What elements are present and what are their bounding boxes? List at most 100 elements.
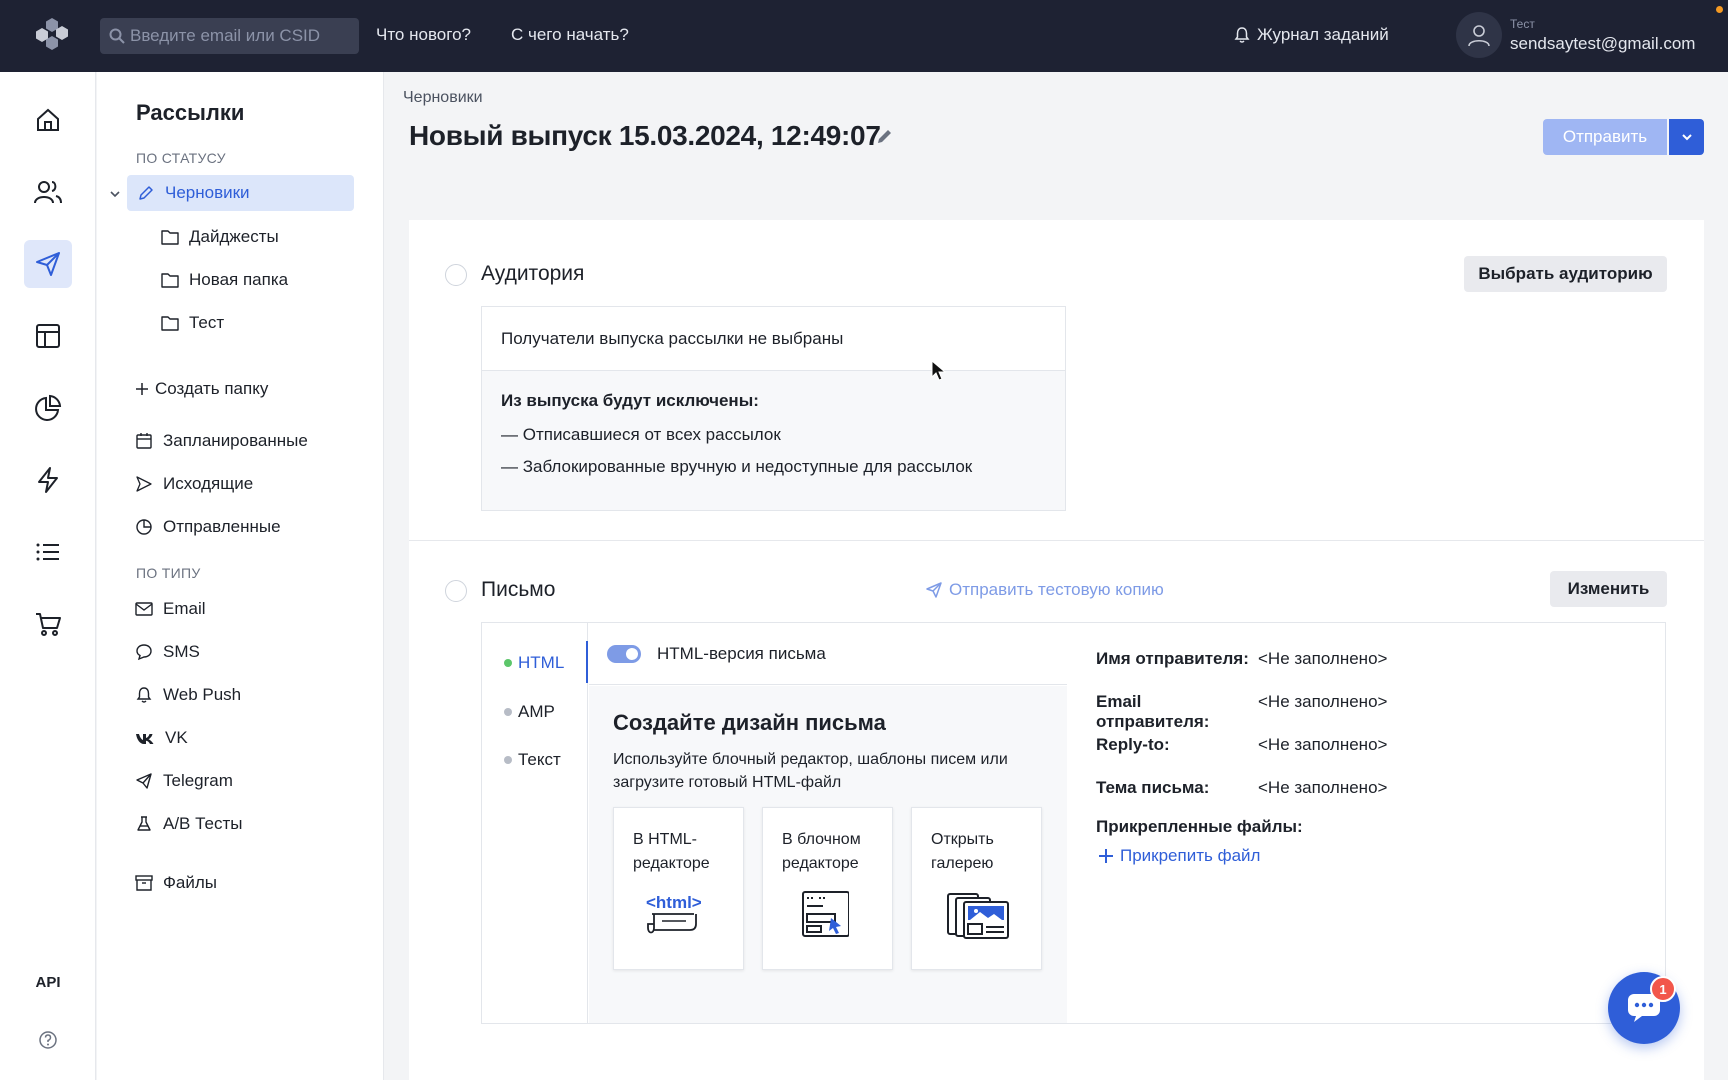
getting-started-link[interactable]: С чего начать? <box>511 25 629 45</box>
list-icon <box>36 543 59 561</box>
type-label: SMS <box>163 642 200 661</box>
gallery-icon <box>947 893 1009 939</box>
mail-icon <box>135 602 153 616</box>
section-divider <box>409 540 1704 541</box>
vk-icon <box>136 734 154 744</box>
drafts-label: Черновики <box>165 183 250 202</box>
meta-value: <Не заполнено> <box>1258 735 1388 754</box>
send-options-dropdown[interactable] <box>1669 119 1704 155</box>
html-icon-text: <html> <box>646 893 702 912</box>
sidebar-folder-new[interactable]: Новая папка <box>161 262 288 298</box>
edit-title-icon[interactable] <box>876 127 894 145</box>
attach-file-label: Прикрепить файл <box>1120 846 1261 865</box>
create-folder-button[interactable]: Создать папку <box>135 371 268 407</box>
meta-key: Имя отправителя: <box>1096 649 1249 668</box>
meta-value: <Не заполнено> <box>1258 649 1388 668</box>
html-code-icon: <html> <box>646 893 702 934</box>
help-icon[interactable] <box>38 1030 58 1050</box>
sidebar-item-ab-tests[interactable]: A/B Тесты <box>135 806 243 842</box>
sidebar-item-sent[interactable]: Отправленные <box>135 509 281 545</box>
sidebar-item-outgoing[interactable]: Исходящие <box>135 466 253 502</box>
gallery-option[interactable]: Открыть галерею <box>911 807 1042 970</box>
active-tab-indicator <box>586 641 588 683</box>
letter-box: HTML AMP Текст HTML-версия письма Создай… <box>481 622 1666 1024</box>
status-dot <box>504 708 512 716</box>
type-label: Web Push <box>163 685 242 704</box>
plus-icon <box>1099 849 1113 863</box>
sender-name-row[interactable]: Имя отправителя: <Не заполнено> <box>1096 649 1387 669</box>
whats-new-link[interactable]: Что нового? <box>376 25 471 45</box>
chevron-down-icon <box>1681 134 1692 141</box>
sidebar-item-scheduled[interactable]: Запланированные <box>135 423 308 459</box>
exclusions-heading: Из выпуска будут исключены: <box>501 391 759 410</box>
rail-templates[interactable] <box>24 312 72 360</box>
icon-rail: API <box>0 72 96 1080</box>
reply-to-row[interactable]: Reply-to: <Не заполнено> <box>1096 735 1387 755</box>
files-label: Файлы <box>163 873 218 892</box>
outgoing-label: Исходящие <box>163 474 254 493</box>
create-folder-label: Создать папку <box>155 379 269 398</box>
rail-contacts[interactable] <box>24 168 72 216</box>
send-test-copy-link[interactable]: Отправить тестовую копию <box>925 580 1164 600</box>
tab-amp[interactable]: AMP <box>504 702 555 722</box>
plus-icon <box>136 383 148 395</box>
users-icon <box>34 181 62 204</box>
exclusion-item: — Отписавшиеся от всех рассылок <box>501 425 781 444</box>
meta-key: Email отправителя: <box>1096 692 1210 731</box>
design-title: Создайте дизайн письма <box>613 710 886 735</box>
format-tabs: HTML AMP Текст <box>482 623 588 1023</box>
test-copy-label: Отправить тестовую копию <box>949 580 1164 599</box>
block-editor-icon <box>802 891 849 937</box>
type-label: VK <box>165 728 188 747</box>
sidebar-item-drafts[interactable]: Черновики <box>127 175 354 211</box>
sidebar-item-telegram[interactable]: Telegram <box>135 763 233 799</box>
search-input[interactable]: Введите email или CSID <box>100 18 359 54</box>
select-audience-button[interactable]: Выбрать аудиторию <box>1464 256 1667 292</box>
design-panel: HTML-версия письма Создайте дизайн письм… <box>589 623 1067 1023</box>
cart-icon <box>36 613 61 636</box>
html-editor-option[interactable]: В HTML-редакторе <html> <box>613 807 744 970</box>
pie-chart-icon <box>136 519 152 535</box>
html-version-toggle[interactable] <box>607 644 641 663</box>
sidebar-item-sms[interactable]: SMS <box>135 634 200 670</box>
sidebar-item-webpush[interactable]: Web Push <box>135 677 241 713</box>
letter-title: Письмо <box>481 578 556 601</box>
send-button[interactable]: Отправить <box>1543 119 1667 155</box>
search-icon <box>109 28 125 44</box>
calendar-icon <box>136 433 152 449</box>
rail-api[interactable]: API <box>0 974 96 991</box>
breadcrumb[interactable]: Черновики <box>403 89 483 107</box>
section-by-status: ПО СТАТУСУ <box>136 150 226 166</box>
sendsay-logo-icon[interactable] <box>34 16 70 52</box>
send-icon <box>926 582 942 598</box>
status-dot <box>504 659 512 667</box>
sidebar-folder-test[interactable]: Тест <box>161 305 224 341</box>
tab-html[interactable]: HTML <box>504 653 564 673</box>
jobs-log-link[interactable]: Журнал заданий <box>1234 25 1389 45</box>
home-icon <box>37 108 59 131</box>
attach-file-button[interactable]: Прикрепить файл <box>1098 846 1260 866</box>
send-icon <box>36 252 60 276</box>
block-editor-option[interactable]: В блочном редакторе <box>762 807 893 970</box>
chevron-down-icon[interactable] <box>109 188 121 200</box>
tab-text[interactable]: Текст <box>504 750 561 770</box>
avatar[interactable] <box>1456 12 1502 58</box>
sidebar-item-vk[interactable]: VK <box>135 720 188 756</box>
rail-lists[interactable] <box>24 528 72 576</box>
archive-icon <box>135 875 153 891</box>
change-letter-button[interactable]: Изменить <box>1550 571 1667 607</box>
rail-reports[interactable] <box>24 384 72 432</box>
user-email[interactable]: sendsaytest@gmail.com <box>1510 34 1695 54</box>
rail-automation[interactable] <box>24 456 72 504</box>
type-label: Email <box>163 599 206 618</box>
search-placeholder: Введите email или CSID <box>130 26 321 45</box>
sidebar-item-email[interactable]: Email <box>135 591 206 627</box>
option-label: В HTML-редакторе <box>633 831 710 872</box>
subject-row[interactable]: Тема письма: <Не заполнено> <box>1096 778 1387 798</box>
sidebar-folder-digests[interactable]: Дайджесты <box>161 219 279 255</box>
sidebar-item-files[interactable]: Файлы <box>135 865 217 901</box>
sender-email-row[interactable]: Email отправителя: <Не заполнено> <box>1096 692 1387 732</box>
rail-home[interactable] <box>24 96 72 144</box>
rail-ecommerce[interactable] <box>24 600 72 648</box>
rail-campaigns[interactable] <box>24 240 72 288</box>
